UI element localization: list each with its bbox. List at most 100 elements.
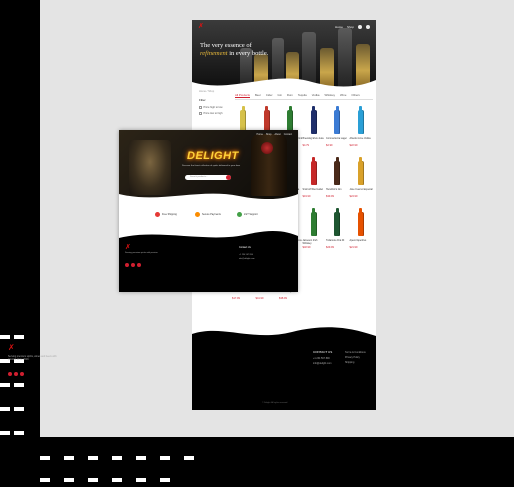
shop-footer — [192, 338, 376, 410]
tab-others[interactable]: Others — [351, 93, 359, 98]
glass-image — [129, 140, 171, 195]
tab-cider[interactable]: Cider — [266, 93, 273, 98]
tab-rum[interactable]: Rum — [287, 93, 293, 98]
footer-link[interactable]: Shipping — [345, 360, 366, 365]
product-card[interactable]: Jose Cuervo Especial $24.99 — [349, 157, 374, 203]
product-price: $4.79 — [302, 144, 310, 147]
product-bottle-image[interactable] — [332, 208, 342, 236]
overlay-nav: Home Shop About Contact — [257, 133, 292, 136]
breadcrumb[interactable]: Home / Shop — [199, 90, 214, 93]
frame-bottom-bar — [0, 437, 514, 487]
overlay-contact-list: +1 234 567 890 info@delight.com — [239, 254, 255, 260]
footer-social — [8, 372, 24, 376]
product-price: $29.99 — [326, 246, 334, 249]
feature-shipping: Free Shipping — [155, 212, 177, 217]
product-price: $39.99 — [326, 195, 334, 198]
category-tabs: All Products Beer Cider Gin Rum Tequila … — [235, 93, 375, 98]
search-input[interactable]: Search products... — [185, 175, 231, 180]
hero-subtitle: Discover the finest collection of spirit… — [181, 165, 241, 167]
product-card[interactable]: Smirnoff Red Label $19.99 — [303, 157, 325, 203]
frame-left-bar — [0, 0, 40, 487]
card-icon — [195, 212, 200, 217]
product-bottle-image[interactable] — [356, 208, 366, 236]
facebook-icon[interactable] — [8, 372, 12, 376]
product-name[interactable]: Corona Extra Lager — [326, 137, 350, 140]
tabs-divider — [235, 99, 373, 100]
product-name[interactable]: Smirnoff Red Label — [303, 188, 327, 191]
twitter-icon[interactable] — [20, 372, 24, 376]
product-bottle-image[interactable] — [356, 157, 366, 185]
cart-icon[interactable] — [366, 25, 370, 29]
hero-nav: Home Shop — [335, 25, 370, 29]
tab-all-products[interactable]: All Products — [235, 93, 250, 98]
filter-option[interactable]: Price low to high — [199, 112, 229, 115]
product-card[interactable]: Absolut Lime Vodka $22.99 — [350, 106, 372, 152]
nav-link[interactable]: Shop — [347, 25, 354, 29]
overlay-footer — [119, 240, 298, 292]
footer-about: Serving premium spirits, wines and beers… — [8, 355, 57, 362]
product-card[interactable]: Tullamore D.E.W. $29.99 — [326, 208, 348, 254]
footer-contact-list: +1 234 567 890 info@delight.com — [313, 357, 332, 365]
instagram-icon[interactable] — [14, 372, 18, 376]
product-bottle-image[interactable] — [309, 157, 319, 185]
search-icon[interactable] — [358, 25, 362, 29]
tab-vodka[interactable]: Vodka — [312, 93, 320, 98]
product-price: $24.99 — [349, 195, 358, 198]
product-card[interactable]: Hendrick's Gin $39.99 — [326, 157, 348, 203]
overlay-contact-title: Contact Us — [239, 246, 251, 249]
product-name[interactable]: Brewdog Elvis Juice — [303, 137, 327, 140]
product-bottle-image[interactable] — [309, 106, 319, 134]
tab-gin[interactable]: Gin — [278, 93, 282, 98]
search-icon[interactable] — [226, 175, 231, 180]
product-bottle-image[interactable] — [356, 106, 366, 134]
product-price: $22.99 — [349, 144, 358, 147]
product-card[interactable]: Brewdog Elvis Juice $4.79 — [303, 106, 325, 152]
product-name[interactable]: Absolut Lime Vodka — [350, 137, 374, 140]
filter-panel: Filter Price high to low Price low to hi… — [199, 98, 229, 118]
product-price: $19.99 — [302, 195, 311, 198]
checkbox-icon[interactable] — [199, 106, 202, 109]
product-price: $2.99 — [326, 144, 333, 147]
nav-link[interactable]: Home — [257, 133, 263, 136]
tab-whiskey[interactable]: Whiskey — [324, 93, 335, 98]
tab-tequila[interactable]: Tequila — [298, 93, 307, 98]
product-bottle-image[interactable] — [332, 157, 342, 185]
overlay-hero-wave — [119, 193, 298, 204]
nav-link[interactable]: Shop — [266, 133, 272, 136]
product-name[interactable]: Jameson Irish Whiskey — [303, 239, 327, 245]
product-card[interactable]: Aperol Aperitivo $21.99 — [350, 208, 372, 254]
product-name[interactable]: Tullamore D.E.W. — [326, 239, 350, 242]
nav-link[interactable]: Contact — [284, 133, 292, 136]
product-name[interactable]: Hendrick's Gin — [326, 188, 350, 191]
brand-title: DELIGHT — [187, 150, 239, 162]
logo-icon[interactable]: ✗ — [198, 23, 205, 31]
tab-beer[interactable]: Beer — [255, 93, 261, 98]
truck-icon — [155, 212, 160, 217]
tab-wine[interactable]: Wine — [340, 93, 346, 98]
nav-link[interactable]: Home — [335, 25, 343, 29]
filter-option[interactable]: Price high to low — [199, 106, 229, 109]
product-bottle-image[interactable] — [332, 106, 342, 134]
facebook-icon[interactable] — [125, 263, 129, 267]
footer-links: Terms & Conditions Privacy Policy Shippi… — [345, 350, 366, 365]
product-price: $38.99 — [279, 297, 287, 300]
twitter-icon[interactable] — [137, 263, 141, 267]
footer-logo-icon[interactable]: ✗ — [8, 343, 15, 352]
instagram-icon[interactable] — [131, 263, 135, 267]
product-price: $32.99 — [302, 246, 311, 249]
product-card[interactable]: Corona Extra Lager $2.99 — [326, 106, 348, 152]
product-price: $17.99 — [232, 297, 240, 300]
footer-copyright: © Delight. All rights reserved. — [262, 402, 288, 404]
overlay-footer-social — [125, 263, 141, 267]
nav-link[interactable]: About — [275, 133, 281, 136]
filter-title: Filter — [199, 98, 206, 102]
product-bottle-image[interactable] — [309, 208, 319, 236]
product-name[interactable]: Aperol Aperitivo — [350, 239, 374, 242]
product-name[interactable]: Jose Cuervo Especial — [350, 188, 374, 191]
checkbox-icon[interactable] — [199, 112, 202, 115]
feature-support: 24/7 Support — [237, 212, 258, 217]
product-price: $21.99 — [349, 246, 358, 249]
overlay-footer-logo-icon[interactable]: ✗ — [125, 243, 131, 251]
product-card[interactable]: Jameson Irish Whiskey $32.99 — [303, 208, 325, 254]
headset-icon — [237, 212, 242, 217]
